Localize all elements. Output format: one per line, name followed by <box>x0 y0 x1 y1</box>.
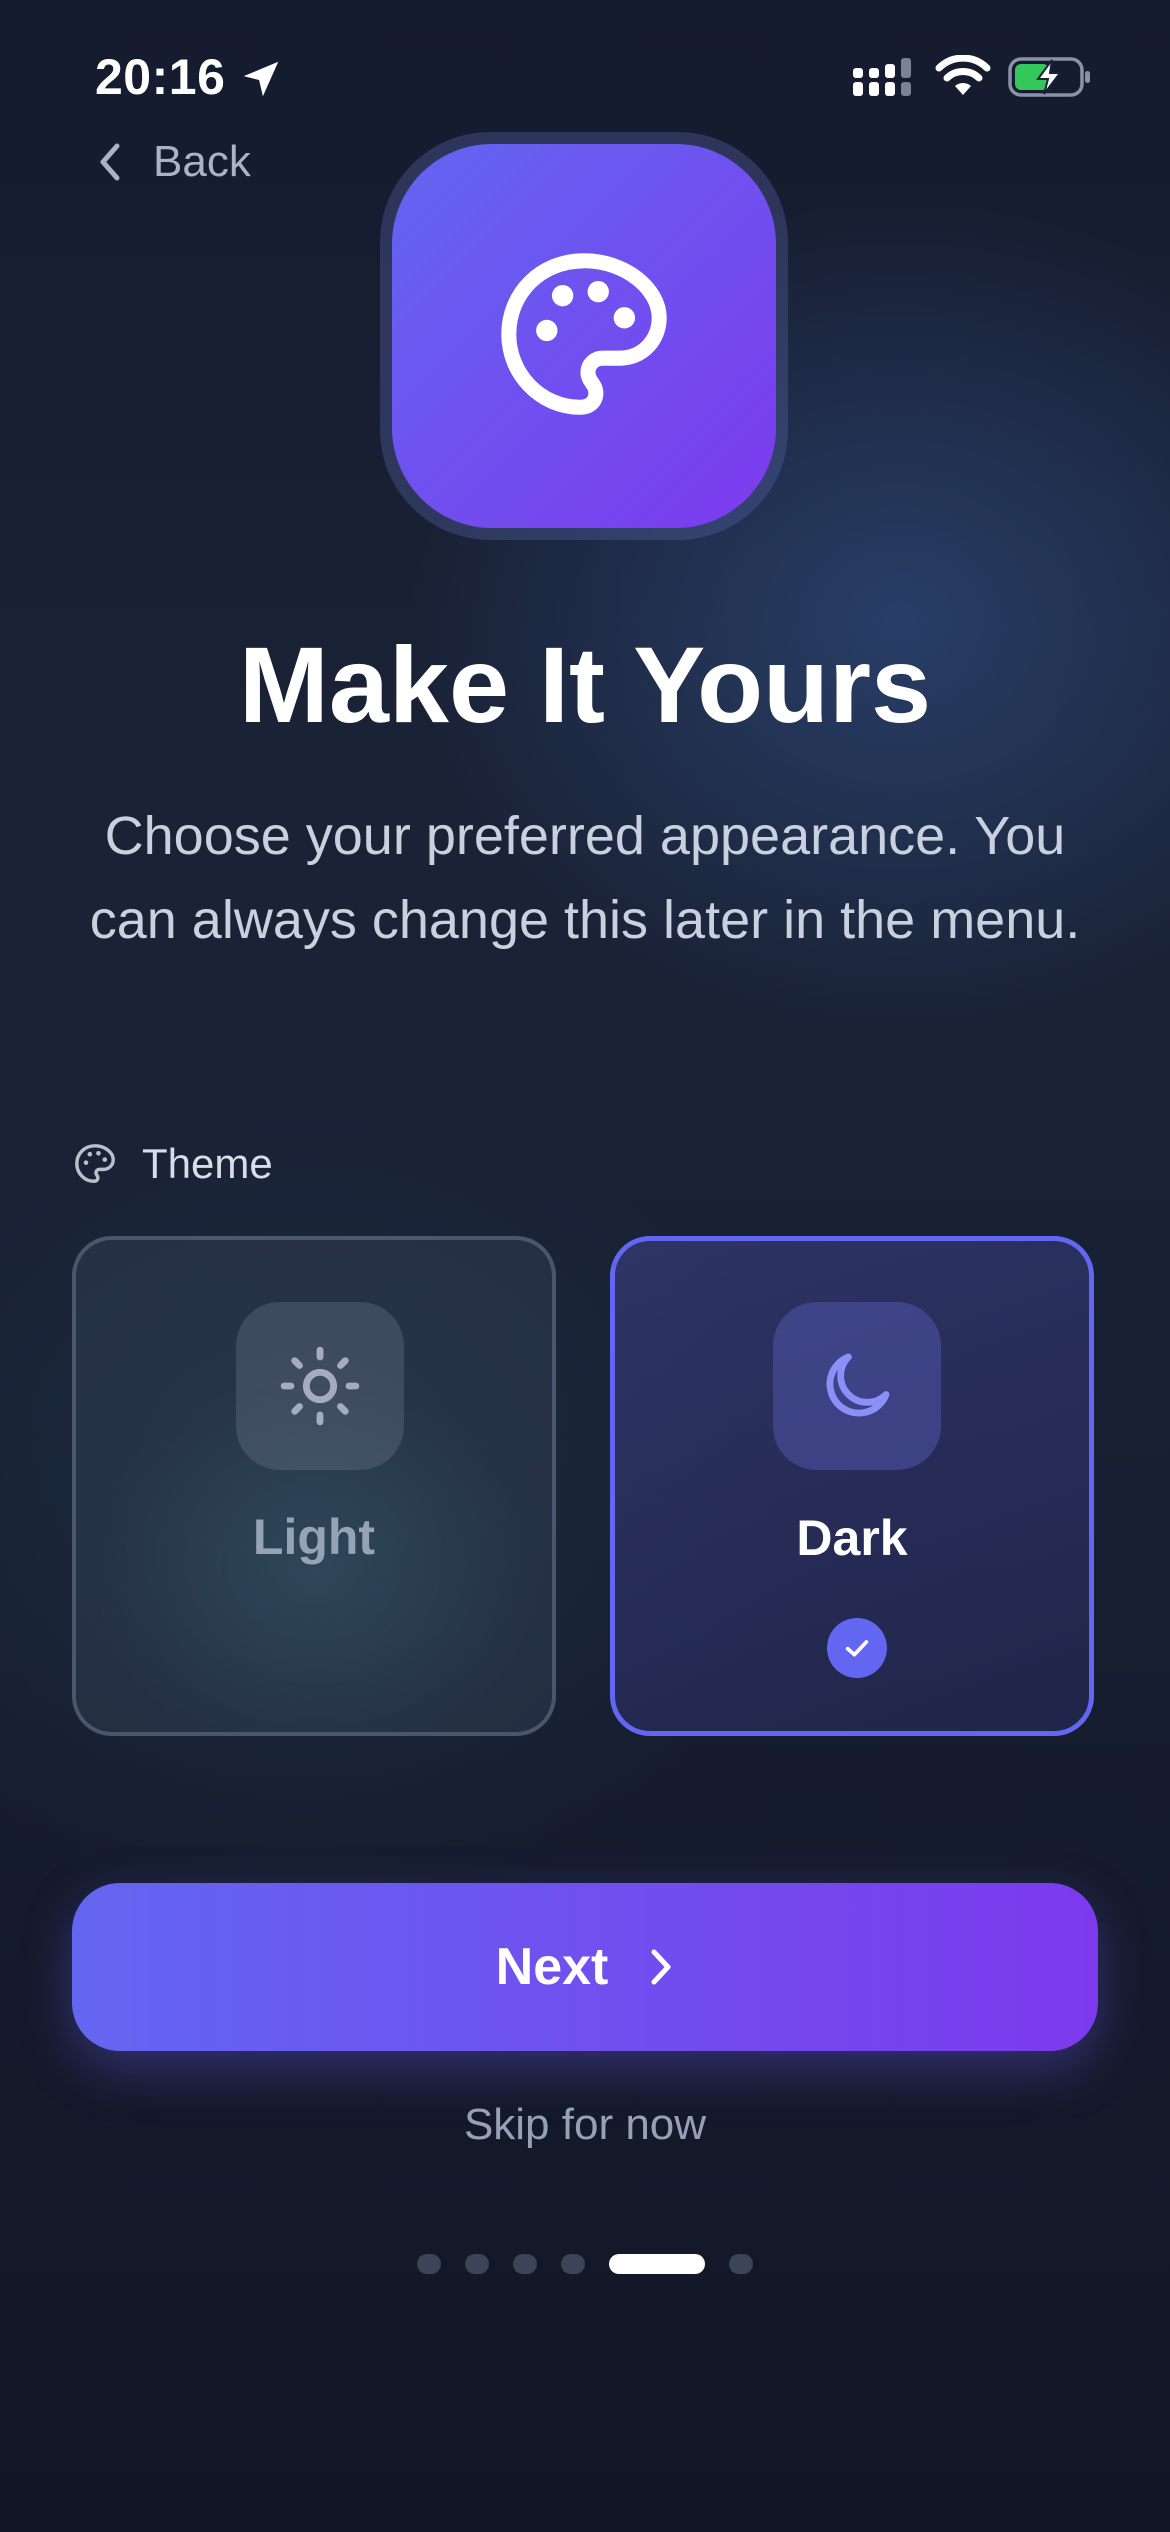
page-dot-active <box>609 2254 705 2274</box>
theme-option-label: Dark <box>796 1510 908 1566</box>
next-label: Next <box>495 1938 609 1996</box>
theme-label-text: Theme <box>142 1140 273 1187</box>
palette-icon <box>501 253 667 415</box>
page-dot <box>513 2254 537 2274</box>
checkmark-icon <box>845 1640 869 1657</box>
theme-option-light[interactable]: Light <box>72 1236 556 1736</box>
light-icon-box <box>236 1302 404 1470</box>
page-indicator <box>0 2254 1170 2274</box>
dark-icon-box <box>773 1302 941 1470</box>
palette-icon <box>75 1144 115 1183</box>
back-label: Back <box>153 137 251 186</box>
page-dot <box>417 2254 441 2274</box>
hero-icon-tile <box>392 144 776 528</box>
selected-check-badge <box>827 1618 887 1678</box>
next-button[interactable]: Next <box>72 1883 1098 2051</box>
location-arrow-icon <box>243 61 279 97</box>
theme-section-label: Theme <box>72 1140 273 1188</box>
sun-icon <box>280 1346 360 1426</box>
theme-option-label: Light <box>252 1509 376 1565</box>
page-dot <box>729 2254 753 2274</box>
wifi-icon <box>935 55 991 95</box>
moon-icon <box>826 1353 890 1417</box>
chevron-left-icon <box>100 143 120 181</box>
battery-charging-icon <box>1008 57 1090 97</box>
status-time: 20:16 <box>95 49 226 105</box>
page-title: Make It Yours <box>238 624 932 745</box>
back-button[interactable]: Back <box>95 130 251 194</box>
page-dot <box>465 2254 489 2274</box>
chevron-right-icon <box>651 1949 671 1985</box>
skip-link[interactable]: Skip for now <box>0 2100 1170 2150</box>
page-dot <box>561 2254 585 2274</box>
page-subtitle: Choose your preferred appearance. You ca… <box>89 806 1081 950</box>
theme-option-dark[interactable]: Dark <box>610 1236 1094 1736</box>
cellular-signal-icon <box>853 58 911 96</box>
